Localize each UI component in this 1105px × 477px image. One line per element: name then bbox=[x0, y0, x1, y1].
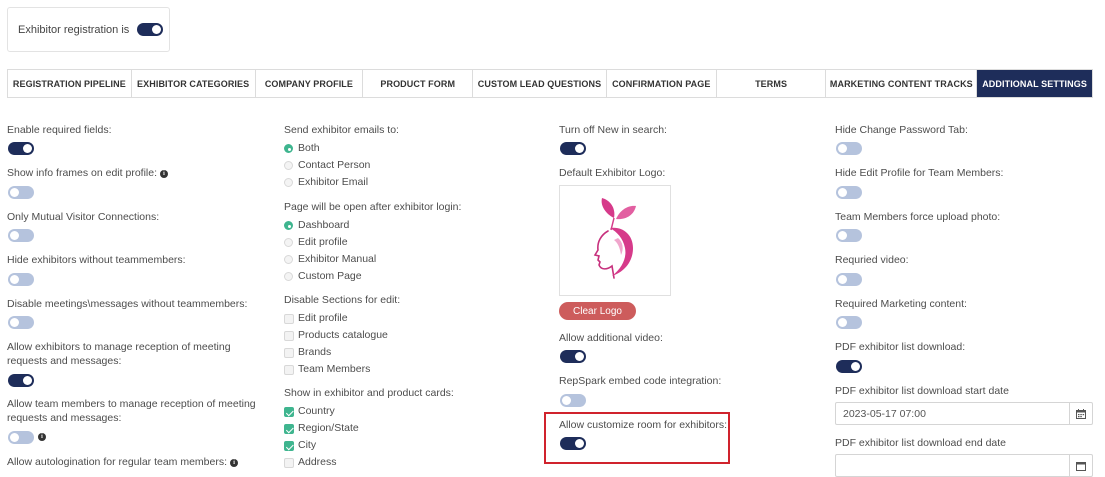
tab-custom-lead-questions[interactable]: CUSTOM LEAD QUESTIONS bbox=[473, 70, 607, 97]
tab-product-form[interactable]: PRODUCT FORM bbox=[363, 70, 474, 97]
required-video-label: Requried video: bbox=[835, 254, 909, 266]
checkbox-region-state-label: Region/State bbox=[298, 422, 359, 434]
required-video-toggle[interactable] bbox=[836, 273, 862, 286]
checkbox-products-catalogue[interactable] bbox=[284, 331, 294, 341]
disable-meetings-label: Disable meetings\messages without teamme… bbox=[7, 298, 248, 310]
team-reception-label: Allow team members to manage reception o… bbox=[7, 398, 256, 424]
radio-edit-profile[interactable] bbox=[284, 238, 293, 247]
autologination-text: Allow autologination for regular team me… bbox=[7, 456, 228, 468]
hide-exhibitors-label: Hide exhibitors without teammembers: bbox=[7, 254, 186, 266]
customize-room-label: Allow customize room for exhibitors: bbox=[559, 419, 728, 431]
info-icon: i bbox=[230, 459, 239, 467]
exhibitors-reception-toggle[interactable] bbox=[8, 374, 34, 387]
settings-tabs: REGISTRATION PIPELINE EXHIBITOR CATEGORI… bbox=[7, 69, 1093, 98]
tab-marketing-content-tracks[interactable]: MARKETING CONTENT TRACKS bbox=[826, 70, 978, 97]
required-marketing-toggle[interactable] bbox=[836, 316, 862, 329]
registration-card: Exhibitor registration is bbox=[7, 7, 170, 52]
pdf-start-date-value: 2023-05-17 07:00 bbox=[843, 407, 926, 420]
clear-logo-button[interactable]: Clear Logo bbox=[559, 302, 636, 320]
disable-sections-label: Disable Sections for edit: bbox=[284, 294, 401, 306]
radio-contact-person[interactable] bbox=[284, 161, 293, 170]
registration-toggle[interactable] bbox=[137, 23, 164, 36]
additional-video-label: Allow additional video: bbox=[559, 332, 663, 344]
additional-video-toggle[interactable] bbox=[560, 350, 586, 363]
send-emails-label: Send exhibitor emails to: bbox=[284, 124, 399, 136]
checkbox-country[interactable] bbox=[284, 407, 294, 417]
turn-off-new-toggle[interactable] bbox=[560, 142, 586, 155]
default-logo-label: Default Exhibitor Logo: bbox=[559, 167, 666, 179]
checkbox-team-members[interactable] bbox=[284, 365, 294, 375]
radio-dashboard[interactable] bbox=[284, 221, 293, 230]
checkbox-region-state[interactable] bbox=[284, 424, 294, 434]
pdf-start-date-input[interactable]: 2023-05-17 07:00 bbox=[835, 402, 1093, 425]
team-reception-toggle[interactable] bbox=[8, 431, 34, 444]
radio-edit-profile-label: Edit profile bbox=[298, 236, 348, 248]
hide-edit-profile-toggle[interactable] bbox=[836, 186, 862, 199]
info-icon: i bbox=[38, 433, 46, 441]
radio-dashboard-label: Dashboard bbox=[298, 219, 350, 231]
show-info-frames-text: Show info frames on edit profile: bbox=[7, 167, 157, 179]
repspark-label: RepSpark embed code integration: bbox=[559, 375, 722, 387]
force-upload-photo-label: Team Members force upload photo: bbox=[835, 211, 1001, 223]
customize-room-toggle[interactable] bbox=[560, 437, 586, 450]
show-in-cards-label: Show in exhibitor and product cards: bbox=[284, 387, 454, 399]
radio-custom-page-label: Custom Page bbox=[298, 270, 362, 282]
tab-company-profile[interactable]: COMPANY PROFILE bbox=[256, 70, 364, 97]
checkbox-brands[interactable] bbox=[284, 348, 294, 358]
tab-registration-pipeline[interactable]: REGISTRATION PIPELINE bbox=[8, 70, 132, 97]
checkbox-team-members-label: Team Members bbox=[298, 363, 371, 375]
checkbox-city[interactable] bbox=[284, 441, 294, 451]
pdf-start-date-label: PDF exhibitor list download start date bbox=[835, 385, 1009, 397]
hide-edit-profile-label: Hide Edit Profile for Team Members: bbox=[835, 167, 1004, 179]
tab-terms[interactable]: TERMS bbox=[717, 70, 827, 97]
hide-change-password-toggle[interactable] bbox=[836, 142, 862, 155]
tab-additional-settings[interactable]: ADDITIONAL SETTINGS bbox=[977, 70, 1092, 97]
pdf-download-label: PDF exhibitor list download: bbox=[835, 341, 966, 353]
registration-label: Exhibitor registration is bbox=[18, 23, 130, 36]
required-marketing-label: Required Marketing content: bbox=[835, 298, 967, 310]
after-login-label: Page will be open after exhibitor login: bbox=[284, 201, 462, 213]
radio-contact-person-label: Contact Person bbox=[298, 159, 371, 171]
checkbox-brands-label: Brands bbox=[298, 346, 332, 358]
radio-exhibitor-email-label: Exhibitor Email bbox=[298, 176, 369, 188]
tab-confirmation-page[interactable]: CONFIRMATION PAGE bbox=[607, 70, 717, 97]
checkbox-products-catalogue-label: Products catalogue bbox=[298, 329, 388, 341]
tab-exhibitor-categories[interactable]: EXHIBITOR CATEGORIES bbox=[132, 70, 256, 97]
radio-custom-page[interactable] bbox=[284, 272, 293, 281]
calendar-icon[interactable] bbox=[1069, 403, 1092, 424]
checkbox-city-label: City bbox=[298, 439, 317, 451]
force-upload-photo-toggle[interactable] bbox=[836, 229, 862, 242]
pdf-end-date-label: PDF exhibitor list download end date bbox=[835, 437, 1007, 449]
info-icon: i bbox=[160, 170, 168, 178]
disable-meetings-toggle[interactable] bbox=[8, 316, 34, 329]
checkbox-edit-profile[interactable] bbox=[284, 314, 294, 324]
show-info-frames-toggle[interactable] bbox=[8, 186, 34, 199]
checkbox-address-label: Address bbox=[298, 456, 337, 468]
mutual-connections-label: Only Mutual Visitor Connections: bbox=[7, 211, 160, 223]
hide-change-password-label: Hide Change Password Tab: bbox=[835, 124, 968, 136]
radio-exhibitor-manual[interactable] bbox=[284, 255, 293, 264]
enable-required-fields-toggle[interactable] bbox=[8, 142, 34, 155]
autologination-label: Allow autologination for regular team me… bbox=[7, 456, 239, 468]
checkbox-address[interactable] bbox=[284, 458, 294, 468]
mutual-connections-toggle[interactable] bbox=[8, 229, 34, 242]
show-info-frames-label: Show info frames on edit profile: i bbox=[7, 167, 168, 179]
pdf-download-toggle[interactable] bbox=[836, 360, 862, 373]
hide-exhibitors-toggle[interactable] bbox=[8, 273, 34, 286]
radio-both-label: Both bbox=[298, 142, 320, 154]
default-logo-preview[interactable] bbox=[559, 185, 671, 296]
radio-both[interactable] bbox=[284, 144, 293, 153]
repspark-toggle[interactable] bbox=[560, 394, 586, 407]
pdf-end-date-input[interactable] bbox=[835, 454, 1093, 477]
woman-leaf-logo-icon bbox=[593, 198, 636, 279]
turn-off-new-label: Turn off New in search: bbox=[559, 124, 667, 136]
radio-exhibitor-manual-label: Exhibitor Manual bbox=[298, 253, 377, 265]
checkbox-edit-profile-label: Edit profile bbox=[298, 312, 348, 324]
radio-exhibitor-email[interactable] bbox=[284, 178, 293, 187]
enable-required-fields-label: Enable required fields: bbox=[7, 124, 112, 136]
checkbox-country-label: Country bbox=[298, 405, 335, 417]
exhibitors-reception-label: Allow exhibitors to manage reception of … bbox=[7, 341, 231, 367]
